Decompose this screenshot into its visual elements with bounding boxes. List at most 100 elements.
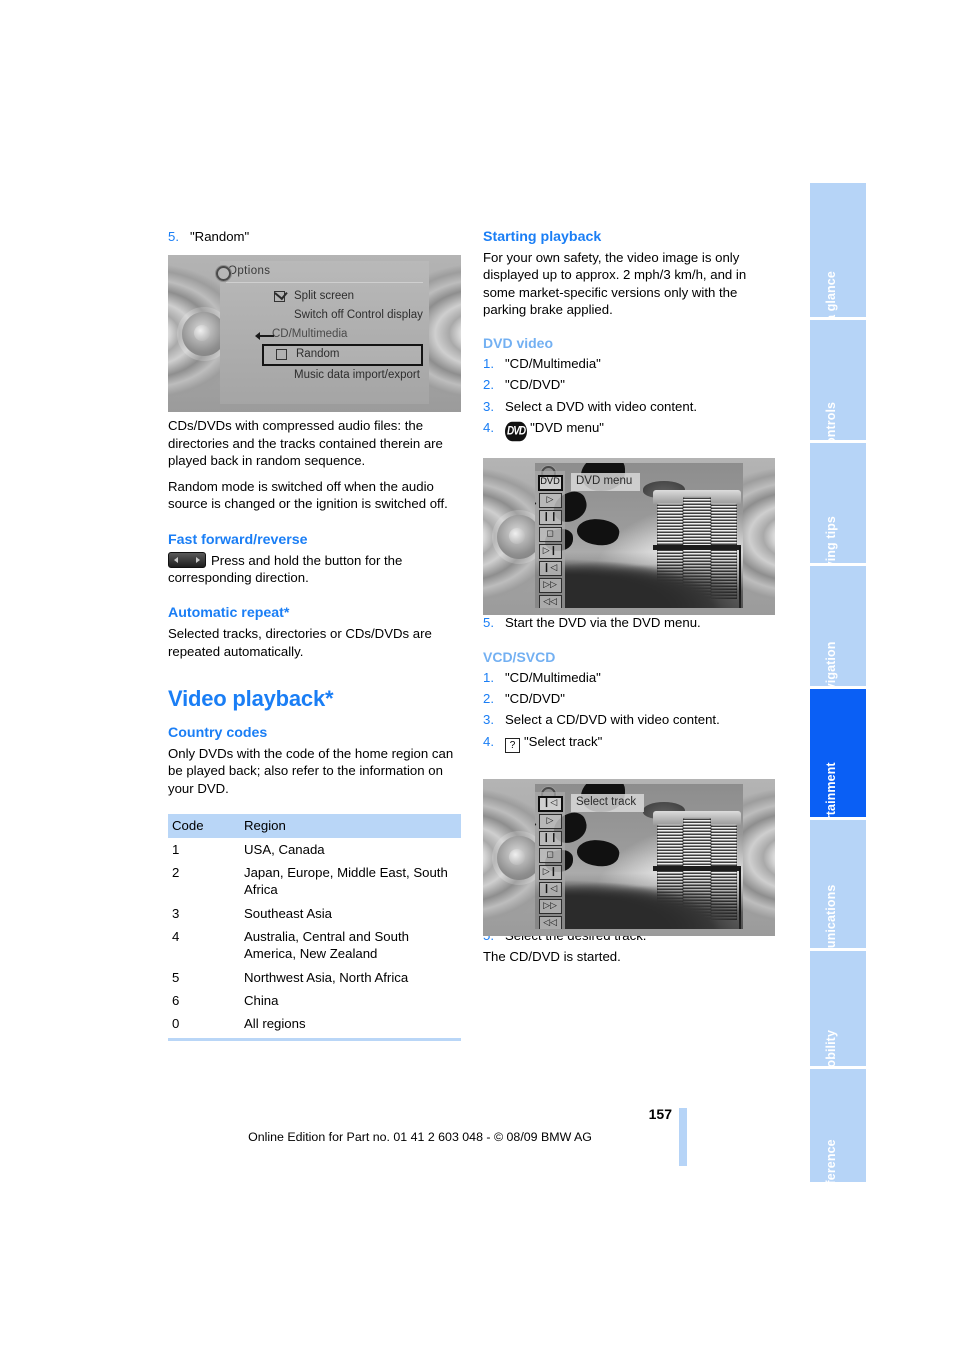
pause-icon[interactable]: ❙❙ [538, 831, 562, 846]
table-row: 4 Australia, Central and South America, … [168, 925, 461, 966]
next-track-icon[interactable]: ▷❙ [538, 865, 562, 880]
select-track-icon[interactable]: ❙◁ [537, 796, 563, 812]
checkbox-unchecked-icon [276, 349, 287, 360]
video-screen: DVD ▷ ❙❙ ◻ ▷❙ ❙◁ ▷▷ ◁◁ DVD menu [535, 463, 743, 608]
sidebar-tab-label: Controls [824, 401, 838, 440]
bushes [535, 552, 743, 608]
sidebar-tab-at-a-glance[interactable]: At a glance [810, 183, 866, 317]
video-screen: ❙◁ ▷ ❙❙ ◻ ▷❙ ❙◁ ▷▷ ◁◁ Select track [535, 784, 743, 929]
cell-region: Southeast Asia [244, 905, 332, 921]
options-menu-list: Split screen Switch off Control display … [262, 287, 423, 385]
video-tooltip-label: DVD menu [571, 473, 641, 491]
step-random: 5. "Random" [168, 228, 463, 245]
menu-item-split-screen[interactable]: Split screen [272, 287, 423, 306]
dvd-step-1: 1. "CD/Multimedia" [483, 355, 778, 372]
menu-group-label: CD/Multimedia [272, 328, 348, 340]
random-paragraph-2: Random mode is switched off when the aud… [168, 479, 448, 512]
step-number: 2. [483, 377, 494, 393]
video-tooltip-label: Select track [571, 794, 645, 812]
stop-icon[interactable]: ◻ [538, 848, 562, 863]
step-number: 1. [483, 356, 494, 372]
rewind-icon[interactable]: ◁◁ [538, 595, 562, 608]
sidebar-tab-driving-tips[interactable]: Driving tips [810, 443, 866, 563]
sidebar-tab-reference[interactable]: Reference [810, 1069, 866, 1182]
menu-item-label: Random [296, 348, 340, 360]
step-text-with-icon: ? "Select track" [505, 733, 778, 753]
footer-imprint: Online Edition for Part no. 01 41 2 603 … [248, 1130, 592, 1144]
bushes [535, 873, 743, 929]
step-text: "DVD menu" [530, 420, 604, 436]
sidebar-tab-label: Reference [824, 1139, 838, 1182]
sidebar-tab-controls[interactable]: Controls [810, 320, 866, 440]
cell-code: 1 [172, 841, 180, 857]
ff-rew-button-icon [168, 551, 206, 568]
table-row: 2 Japan, Europe, Middle East, South Afri… [168, 861, 461, 902]
pause-icon[interactable]: ❙❙ [538, 510, 562, 525]
step-number: 4. [483, 420, 494, 436]
vcd-closing-text: The CD/DVD is started. [483, 948, 621, 964]
stop-icon[interactable]: ◻ [538, 527, 562, 542]
menu-item-switch-off-control-display[interactable]: Switch off Control display [272, 306, 423, 325]
sidebar-tab-navigation[interactable]: Navigation [810, 566, 866, 686]
automatic-repeat-paragraph: Selected tracks, directories or CDs/DVDs… [168, 626, 432, 659]
dvd-step-3: 3. Select a DVD with video content. [483, 398, 778, 415]
cell-code: 3 [172, 905, 180, 921]
random-paragraph-1: CDs/DVDs with compressed audio files: th… [168, 418, 443, 468]
previous-track-icon[interactable]: ❙◁ [538, 561, 562, 576]
step-text: "CD/DVD" [505, 377, 565, 393]
sidebar-tab-entertainment[interactable]: Entertainment [810, 689, 866, 817]
options-screen-title: Options [216, 265, 270, 281]
cell-region: Australia, Central and South America, Ne… [244, 929, 409, 962]
tower-band [653, 545, 741, 550]
cell-code: 4 [172, 929, 180, 945]
column-header-region: Region [240, 813, 461, 838]
step-text: "CD/Multimedia" [505, 669, 601, 685]
cell-region: All regions [240, 1012, 461, 1041]
menu-item-music-data-import-export[interactable]: Music data import/export [272, 366, 423, 385]
heading-automatic-repeat: Automatic repeat* [168, 605, 290, 622]
screenshot-select-track: ❙◁ ▷ ❙❙ ◻ ▷❙ ❙◁ ▷▷ ◁◁ Select track [483, 779, 775, 936]
dvd-step-2: 2. "CD/DVD" [483, 376, 778, 393]
step-text: Start the DVD via the DVD menu. [505, 615, 701, 631]
vcd-step-2: 2. "CD/DVD" [483, 690, 778, 707]
sidebar-tab-mobility[interactable]: Mobility [810, 951, 866, 1066]
play-icon[interactable]: ▷ [538, 814, 562, 829]
heading-dvd-video: DVD video [483, 335, 554, 352]
menu-item-label: Switch off Control display [294, 309, 423, 321]
video-control-toolbar: ❙◁ ▷ ❙❙ ◻ ▷❙ ❙◁ ▷▷ ◁◁ [535, 792, 565, 929]
cell-code: 6 [172, 992, 180, 1008]
cell-code: 0 [168, 1012, 240, 1041]
play-icon[interactable]: ▷ [538, 493, 562, 508]
heading-fast-forward-reverse: Fast forward/reverse [168, 531, 308, 548]
rewind-icon[interactable]: ◁◁ [538, 916, 562, 929]
step-text: Select a CD/DVD with video content. [505, 712, 720, 728]
sidebar-tab-communications[interactable]: Communications [810, 820, 866, 948]
next-track-icon[interactable]: ▷❙ [538, 544, 562, 559]
previous-track-icon[interactable]: ❙◁ [538, 882, 562, 897]
table-header-row: Code Region [168, 813, 461, 838]
menu-group-cd-multimedia: CD/Multimedia [272, 325, 423, 344]
fast-forward-paragraph: Press and hold the button for the corres… [168, 551, 463, 587]
menu-item-label: Music data import/export [294, 369, 420, 381]
fast-forward-icon[interactable]: ▷▷ [538, 578, 562, 593]
sidebar-tab-label: Entertainment [824, 762, 838, 817]
idrive-options-screen: Options Split screen Switch off Control … [216, 261, 429, 404]
fast-forward-icon[interactable]: ▷▷ [538, 899, 562, 914]
step-text: "CD/DVD" [505, 690, 565, 706]
sidebar-tab-label: Communications [824, 884, 838, 948]
country-codes-table: Code Region 1 USA, Canada 2 Japan, Europ… [168, 813, 461, 1041]
cell-code: 2 [172, 865, 180, 881]
menu-item-random[interactable]: Random [262, 344, 423, 366]
table-row: 3 Southeast Asia [168, 902, 461, 925]
dvd-menu-icon[interactable]: DVD [537, 475, 563, 491]
step-text: "Select track" [524, 733, 603, 749]
step-number: 5. [168, 229, 179, 244]
step-text-with-icon: DVD "DVD menu" [505, 419, 778, 442]
column-header-code: Code [168, 813, 240, 838]
video-control-toolbar: DVD ▷ ❙❙ ◻ ▷❙ ❙◁ ▷▷ ◁◁ [535, 471, 565, 608]
dvd-step-4: 4. DVD "DVD menu" [483, 419, 778, 442]
vcd-step-3: 3. Select a CD/DVD with video content. [483, 711, 778, 728]
selection-pointer-icon [255, 332, 274, 340]
question-mark-icon: ? [505, 737, 520, 753]
step-number: 3. [483, 712, 494, 728]
